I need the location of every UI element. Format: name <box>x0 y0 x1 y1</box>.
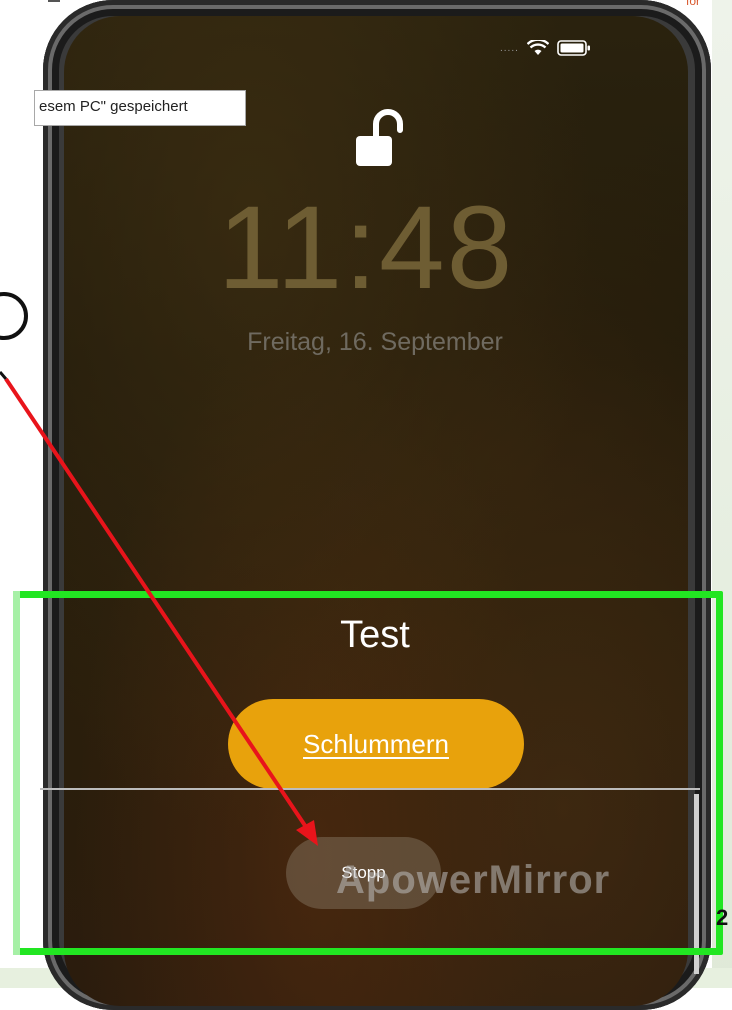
arrow-shaft <box>4 377 310 832</box>
annotation-arrow <box>0 371 318 846</box>
arrow-tail-segment <box>0 371 8 380</box>
arrow-head <box>296 820 318 846</box>
